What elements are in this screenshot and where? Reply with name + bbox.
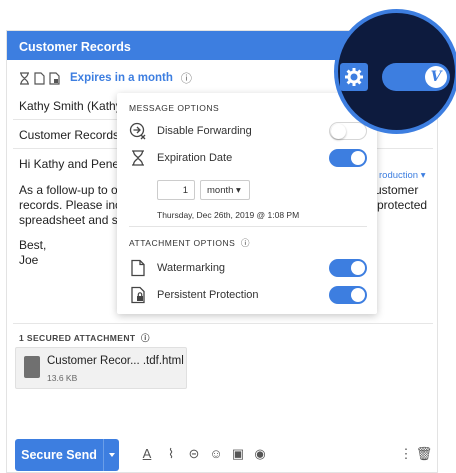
disable-forwarding-toggle[interactable] xyxy=(329,122,367,140)
secure-send-button[interactable]: Secure Send xyxy=(15,439,103,471)
hourglass-icon xyxy=(20,71,29,85)
document-lock-icon xyxy=(49,71,60,85)
gear-icon xyxy=(345,68,363,86)
attachment-size: 13.6 KB xyxy=(47,373,78,383)
format-text-icon[interactable]: A xyxy=(138,445,156,463)
document-icon xyxy=(34,71,45,85)
divider xyxy=(13,323,433,324)
persistent-protection-toggle[interactable] xyxy=(329,286,367,304)
secured-attachment-label: 1 SECURED ATTACHMENT ⓘ xyxy=(19,333,150,343)
link-icon[interactable]: ⊝ xyxy=(185,445,203,463)
settings-gear-icon[interactable] xyxy=(340,63,368,91)
body-line: spreadsheet and sen xyxy=(19,213,132,227)
virtru-logo-icon: V xyxy=(425,66,447,88)
watermark-document-icon xyxy=(131,259,145,277)
disable-forwarding-row[interactable]: Disable Forwarding xyxy=(129,120,367,142)
introduction-link[interactable]: roduction ▾ xyxy=(379,170,426,181)
attachment-options-heading: ATTACHMENT OPTIONS ⓘ xyxy=(129,238,251,248)
attach-icon[interactable]: ⌇ xyxy=(162,445,180,463)
message-options-heading: MESSAGE OPTIONS xyxy=(129,103,220,113)
expiration-unit-select[interactable]: month ▾ xyxy=(200,180,250,200)
persistent-protection-row[interactable]: Persistent Protection xyxy=(129,284,367,306)
watermarking-label: Watermarking xyxy=(157,262,226,274)
expiration-date-row[interactable]: Expiration Date xyxy=(129,147,367,169)
persistent-protection-label: Persistent Protection xyxy=(157,289,259,301)
subject-field[interactable]: Customer Records xyxy=(19,128,119,142)
hourglass-icon xyxy=(132,150,144,166)
options-panel: MESSAGE OPTIONS Disable Forwarding Expir… xyxy=(117,93,377,314)
body-line: As a follow-up to our xyxy=(19,183,129,197)
expires-label[interactable]: Expires in a month xyxy=(70,72,173,84)
expiration-date-toggle[interactable] xyxy=(329,149,367,167)
watermarking-toggle[interactable] xyxy=(329,259,367,277)
attachment-name: Customer Recor... .tdf.html xyxy=(47,355,184,367)
disable-forwarding-label: Disable Forwarding xyxy=(157,125,252,137)
send-options-dropdown[interactable] xyxy=(103,439,119,471)
lock-clock-icon[interactable]: ◉ xyxy=(251,445,269,463)
more-options-icon[interactable]: ⋮ xyxy=(397,445,415,463)
expiration-date-note: Thursday, Dec 26th, 2019 @ 1:08 PM xyxy=(157,210,300,220)
spreadsheet-file-icon xyxy=(24,356,40,378)
expiration-date-label: Expiration Date xyxy=(157,152,233,164)
signoff: Best, xyxy=(19,238,47,252)
image-icon[interactable]: ▣ xyxy=(229,445,247,463)
emoji-icon[interactable]: ☺ xyxy=(207,445,225,463)
signature: Joe xyxy=(19,253,39,267)
info-icon[interactable]: ⓘ xyxy=(181,70,192,86)
watermarking-row[interactable]: Watermarking xyxy=(129,257,367,279)
virtru-protection-toggle[interactable]: V xyxy=(382,63,450,91)
forward-disabled-icon xyxy=(129,122,146,140)
body-greeting[interactable]: Hi Kathy and Penelo xyxy=(19,157,128,171)
document-lock-icon xyxy=(131,286,145,304)
expiration-amount-input[interactable]: 1 xyxy=(157,180,195,200)
body-line: records. Please inco xyxy=(19,198,128,212)
virtru-options-bar[interactable]: Expires in a month ⓘ xyxy=(19,70,192,86)
send-group: Secure Send xyxy=(15,439,119,471)
attachment-chip[interactable]: Customer Recor... .tdf.html 13.6 KB xyxy=(15,347,187,389)
panel-divider xyxy=(129,226,367,227)
trash-icon[interactable]: 🗑 xyxy=(415,445,433,463)
